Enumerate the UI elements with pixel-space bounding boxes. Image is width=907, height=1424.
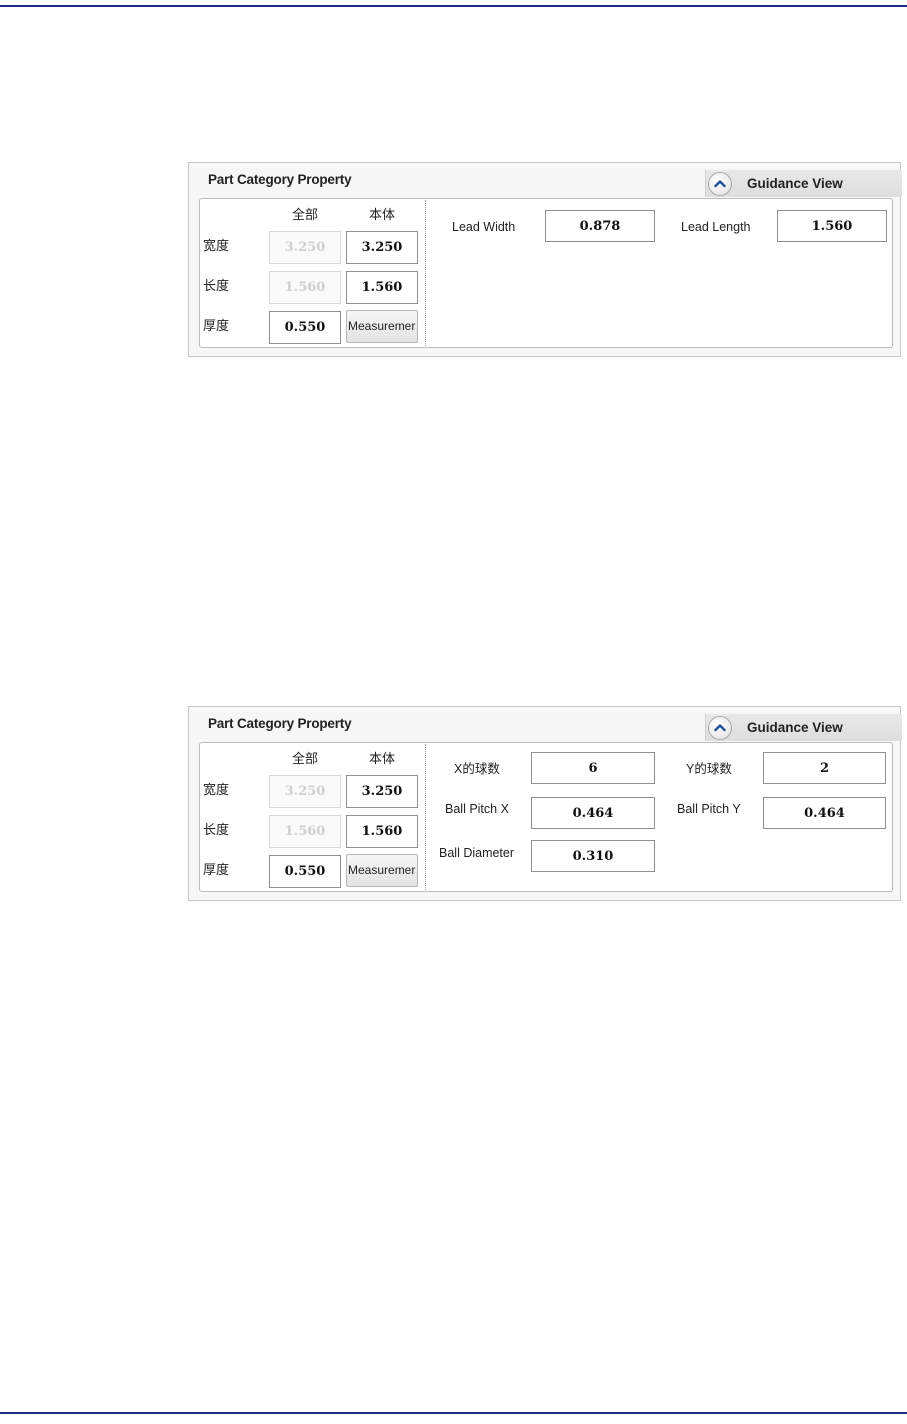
ball-pitch-y-label: Ball Pitch Y xyxy=(677,802,741,816)
measurement-button[interactable]: Measuremer xyxy=(346,310,418,343)
length-all-field: 1.560 xyxy=(269,815,341,848)
section-divider xyxy=(425,200,426,346)
part-category-panel-ball: Part Category Property Guidance View 全部 … xyxy=(188,706,902,901)
column-header-all: 全部 xyxy=(291,207,318,222)
lead-length-label: Lead Length xyxy=(681,220,751,234)
width-all-field: 3.250 xyxy=(269,231,341,264)
thickness-label: 厚度 xyxy=(203,862,230,877)
y-ball-count-field[interactable]: 2 xyxy=(763,752,886,784)
chevron-up-icon xyxy=(714,724,726,732)
guidance-view-header: Guidance View xyxy=(705,714,902,741)
property-area: 全部 本体 宽度 长度 厚度 3.250 3.250 1.560 1.560 0… xyxy=(199,742,893,892)
thickness-all-field[interactable]: 0.550 xyxy=(269,311,341,344)
ball-pitch-x-label: Ball Pitch X xyxy=(445,802,509,816)
footer-rule xyxy=(0,1412,907,1414)
thickness-label: 厚度 xyxy=(203,318,230,333)
width-all-field: 3.250 xyxy=(269,775,341,808)
length-all-field: 1.560 xyxy=(269,271,341,304)
width-label: 宽度 xyxy=(203,782,230,797)
length-label: 长度 xyxy=(203,822,230,837)
width-label: 宽度 xyxy=(203,238,230,253)
section-divider xyxy=(425,744,426,890)
header-rule xyxy=(0,5,907,7)
width-body-field[interactable]: 3.250 xyxy=(346,231,418,264)
guidance-toggle-button[interactable] xyxy=(708,716,732,740)
ball-diameter-label: Ball Diameter xyxy=(439,846,515,860)
part-category-panel-lead: Part Category Property Guidance View 全部 … xyxy=(188,162,902,357)
length-label: 长度 xyxy=(203,278,230,293)
panel-title: Part Category Property xyxy=(208,716,352,731)
lead-length-field[interactable]: 1.560 xyxy=(777,210,887,242)
guidance-view-label: Guidance View xyxy=(747,720,843,735)
width-body-field[interactable]: 3.250 xyxy=(346,775,418,808)
thickness-all-field[interactable]: 0.550 xyxy=(269,855,341,888)
guidance-view-header: Guidance View xyxy=(705,170,902,197)
lead-width-field[interactable]: 0.878 xyxy=(545,210,655,242)
column-header-all: 全部 xyxy=(291,751,318,766)
chevron-up-icon xyxy=(714,180,726,188)
y-ball-count-label: Y的球数 xyxy=(686,762,732,776)
x-ball-count-field[interactable]: 6 xyxy=(531,752,655,784)
ball-pitch-y-field[interactable]: 0.464 xyxy=(763,797,886,829)
column-header-body: 本体 xyxy=(368,751,395,766)
lead-width-label: Lead Width xyxy=(452,220,516,234)
panel-title: Part Category Property xyxy=(208,172,352,187)
ball-pitch-x-field[interactable]: 0.464 xyxy=(531,797,655,829)
column-header-body: 本体 xyxy=(368,207,395,222)
guidance-view-label: Guidance View xyxy=(747,176,843,191)
document-page: Part Category Property Guidance View 全部 … xyxy=(0,0,907,1424)
property-area: 全部 本体 宽度 长度 厚度 3.250 3.250 1.560 1.560 0… xyxy=(199,198,893,348)
guidance-toggle-button[interactable] xyxy=(708,172,732,196)
length-body-field[interactable]: 1.560 xyxy=(346,815,418,848)
length-body-field[interactable]: 1.560 xyxy=(346,271,418,304)
ball-diameter-field[interactable]: 0.310 xyxy=(531,840,655,872)
measurement-button[interactable]: Measuremer xyxy=(346,854,418,887)
x-ball-count-label: X的球数 xyxy=(454,762,500,776)
